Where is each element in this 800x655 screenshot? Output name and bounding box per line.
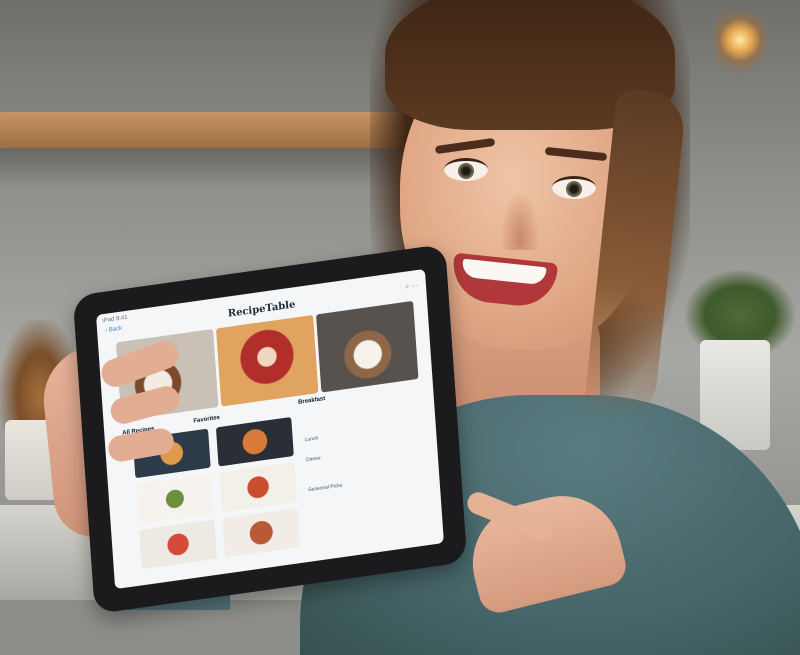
- tablet-screen: iPad 9:41 ‹ Back RecipeTable ⌕ ⋯ All Rec…: [96, 268, 444, 590]
- recipe-thumbnail[interactable]: [219, 462, 298, 513]
- featured-recipe-image[interactable]: [215, 314, 319, 407]
- recipe-thumbnail[interactable]: [222, 507, 301, 558]
- section-heading: Favorites: [193, 414, 221, 425]
- recipe-thumbnail[interactable]: [215, 416, 294, 467]
- recipe-thumbnail[interactable]: [139, 519, 218, 570]
- pendant-lamp: [715, 0, 765, 80]
- note-text: Seasonal Picks: [308, 482, 343, 494]
- note-text: Dinner: [305, 455, 321, 464]
- note-text: Lunch: [304, 435, 319, 444]
- shelf-shadow: [0, 148, 430, 188]
- coffee-image[interactable]: [315, 300, 419, 393]
- right-eye: [552, 176, 596, 199]
- left-eye: [444, 158, 488, 181]
- recipe-thumbnail[interactable]: [135, 473, 214, 524]
- wooden-shelf: [0, 112, 430, 148]
- section-heading: Breakfast: [297, 396, 326, 406]
- tablet: iPad 9:41 ‹ Back RecipeTable ⌕ ⋯ All Rec…: [72, 243, 468, 615]
- nose: [500, 190, 540, 250]
